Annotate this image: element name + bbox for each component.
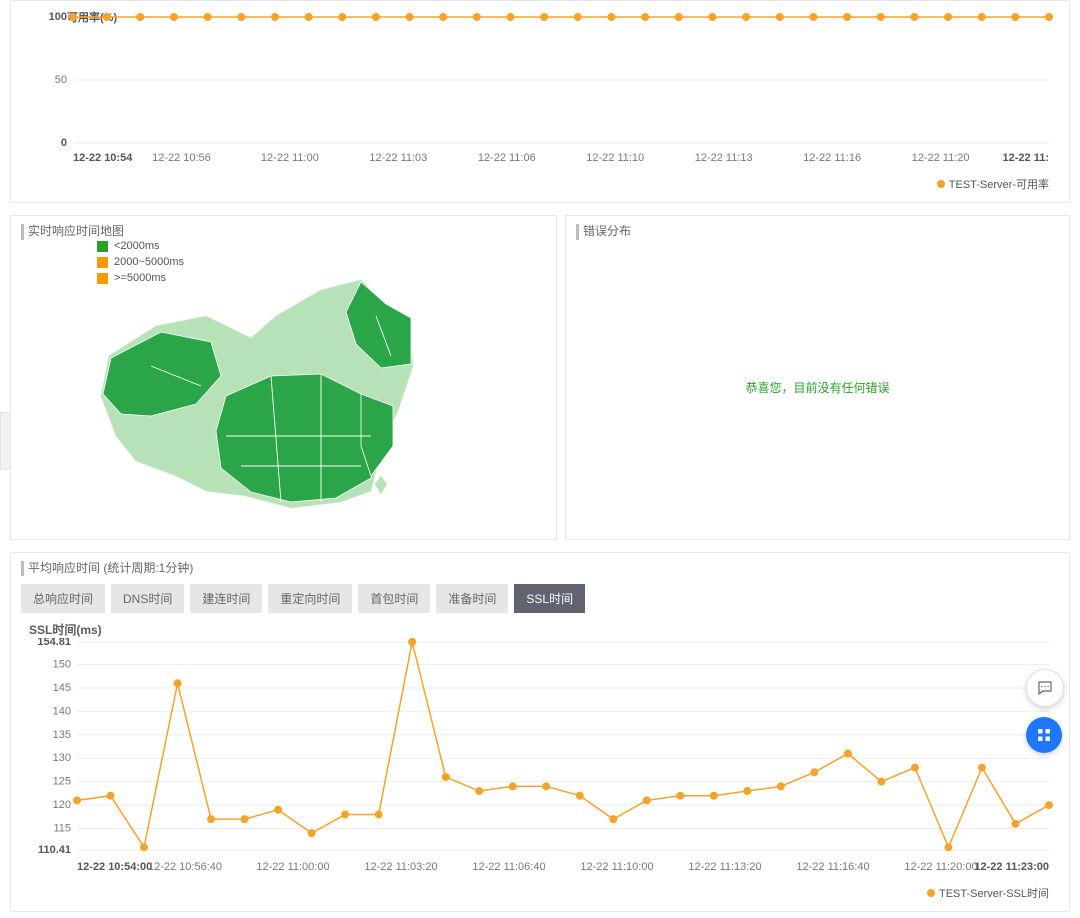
- svg-text:12-22 11:13: 12-22 11:13: [695, 152, 753, 164]
- map-legend-item: >=5000ms: [97, 272, 184, 284]
- svg-text:115: 115: [53, 823, 71, 835]
- svg-text:12-22 11:10:00: 12-22 11:10:00: [580, 861, 653, 873]
- svg-text:12-22 11:06: 12-22 11:06: [478, 152, 536, 164]
- chat-fab[interactable]: [1026, 669, 1064, 707]
- svg-text:130: 130: [53, 752, 71, 764]
- error-panel: 错误分布 恭喜您，目前没有任何错误: [565, 215, 1070, 540]
- availability-chart: 050100可用率(%)12-22 10:5412-22 10:5612-22 …: [21, 9, 1059, 172]
- svg-text:12-22 10:56: 12-22 10:56: [152, 152, 211, 164]
- ssl-legend-label: TEST-Server-SSL时间: [939, 885, 1049, 901]
- svg-text:12-22 10:56:40: 12-22 10:56:40: [148, 861, 222, 873]
- ssl-chart: 110.41 115 120 125 130 135 140 145 150 154.81 12-2…: [21, 638, 1059, 881]
- map-legend-label: <2000ms: [114, 240, 160, 252]
- svg-text:145: 145: [53, 682, 71, 694]
- legend-swatch-icon: [97, 273, 108, 284]
- response-tabs: 总响应时间DNS时间建连时间重定向时间首包时间准备时间SSL时间: [21, 584, 1059, 613]
- svg-text:12-22 11:10: 12-22 11:10: [586, 152, 644, 164]
- svg-text:154.81: 154.81: [37, 638, 71, 648]
- svg-text:12-22 11:20: 12-22 11:20: [912, 152, 970, 164]
- svg-text:12-22 11:13:20: 12-22 11:13:20: [688, 861, 761, 873]
- tab-3[interactable]: 重定向时间: [268, 584, 352, 613]
- svg-text:12-22 11:03: 12-22 11:03: [369, 152, 427, 164]
- svg-text:100: 100: [49, 11, 67, 23]
- svg-text:12-22 11:16: 12-22 11:16: [803, 152, 861, 164]
- svg-text:50: 50: [55, 74, 67, 86]
- tab-5[interactable]: 准备时间: [436, 584, 508, 613]
- svg-text:12-22 11:03:20: 12-22 11:03:20: [364, 861, 437, 873]
- svg-text:135: 135: [53, 729, 71, 741]
- svg-text:12-22 11:: 12-22 11:: [1003, 152, 1049, 164]
- tab-1[interactable]: DNS时间: [111, 584, 184, 613]
- error-empty-message: 恭喜您，目前没有任何错误: [576, 246, 1059, 529]
- legend-swatch-icon: [97, 257, 108, 268]
- legend-swatch-icon: [97, 241, 108, 252]
- tab-6[interactable]: SSL时间: [514, 584, 585, 613]
- response-panel-title: 平均响应时间 (统计周期:1分钟): [21, 561, 1059, 577]
- map-legend: <2000ms 2000~5000ms >=5000ms: [97, 240, 184, 288]
- svg-text:12-22 11:23:00: 12-22 11:23:00: [974, 861, 1049, 873]
- availability-panel: 050100可用率(%)12-22 10:5412-22 10:5612-22 …: [10, 0, 1070, 203]
- map-legend-item: <2000ms: [97, 240, 184, 252]
- chat-icon: [1036, 679, 1054, 697]
- svg-text:12-22 11:06:40: 12-22 11:06:40: [472, 861, 545, 873]
- ssl-chart-title: SSL时间(ms): [29, 621, 1059, 638]
- apps-icon: [1035, 726, 1053, 744]
- svg-text:125: 125: [53, 776, 71, 788]
- availability-legend-label: TEST-Server-可用率: [949, 176, 1049, 192]
- tab-4[interactable]: 首包时间: [358, 584, 430, 613]
- svg-text:12-22 11:20:00: 12-22 11:20:00: [904, 861, 977, 873]
- svg-text:110.41: 110.41: [38, 844, 71, 856]
- tab-2[interactable]: 建连时间: [190, 584, 262, 613]
- map-legend-item: 2000~5000ms: [97, 256, 184, 268]
- svg-text:140: 140: [53, 706, 71, 718]
- availability-legend: TEST-Server-可用率: [21, 172, 1059, 192]
- error-panel-title: 错误分布: [576, 224, 1059, 240]
- map-panel-title: 实时响应时间地图: [21, 224, 546, 240]
- legend-dot-icon: [927, 889, 935, 897]
- svg-text:0: 0: [61, 137, 67, 149]
- apps-fab[interactable]: [1026, 717, 1062, 753]
- ssl-legend: TEST-Server-SSL时间: [21, 881, 1059, 901]
- legend-dot-icon: [937, 180, 945, 188]
- svg-text:120: 120: [53, 799, 71, 811]
- svg-text:12-22 10:54:00: 12-22 10:54:00: [77, 861, 152, 873]
- svg-text:12-22 11:00: 12-22 11:00: [261, 152, 319, 164]
- map-panel: 实时响应时间地图 <2000ms 2000~5000ms >=5000ms: [10, 215, 557, 540]
- svg-text:12-22 10:54: 12-22 10:54: [73, 152, 133, 164]
- map-legend-label: >=5000ms: [114, 272, 166, 284]
- svg-text:12-22 11:16:40: 12-22 11:16:40: [796, 861, 869, 873]
- svg-text:150: 150: [53, 659, 71, 671]
- map-legend-label: 2000~5000ms: [114, 256, 184, 268]
- svg-text:12-22 11:00:00: 12-22 11:00:00: [256, 861, 329, 873]
- response-panel: 平均响应时间 (统计周期:1分钟) 总响应时间DNS时间建连时间重定向时间首包时…: [10, 552, 1070, 913]
- tab-0[interactable]: 总响应时间: [21, 584, 105, 613]
